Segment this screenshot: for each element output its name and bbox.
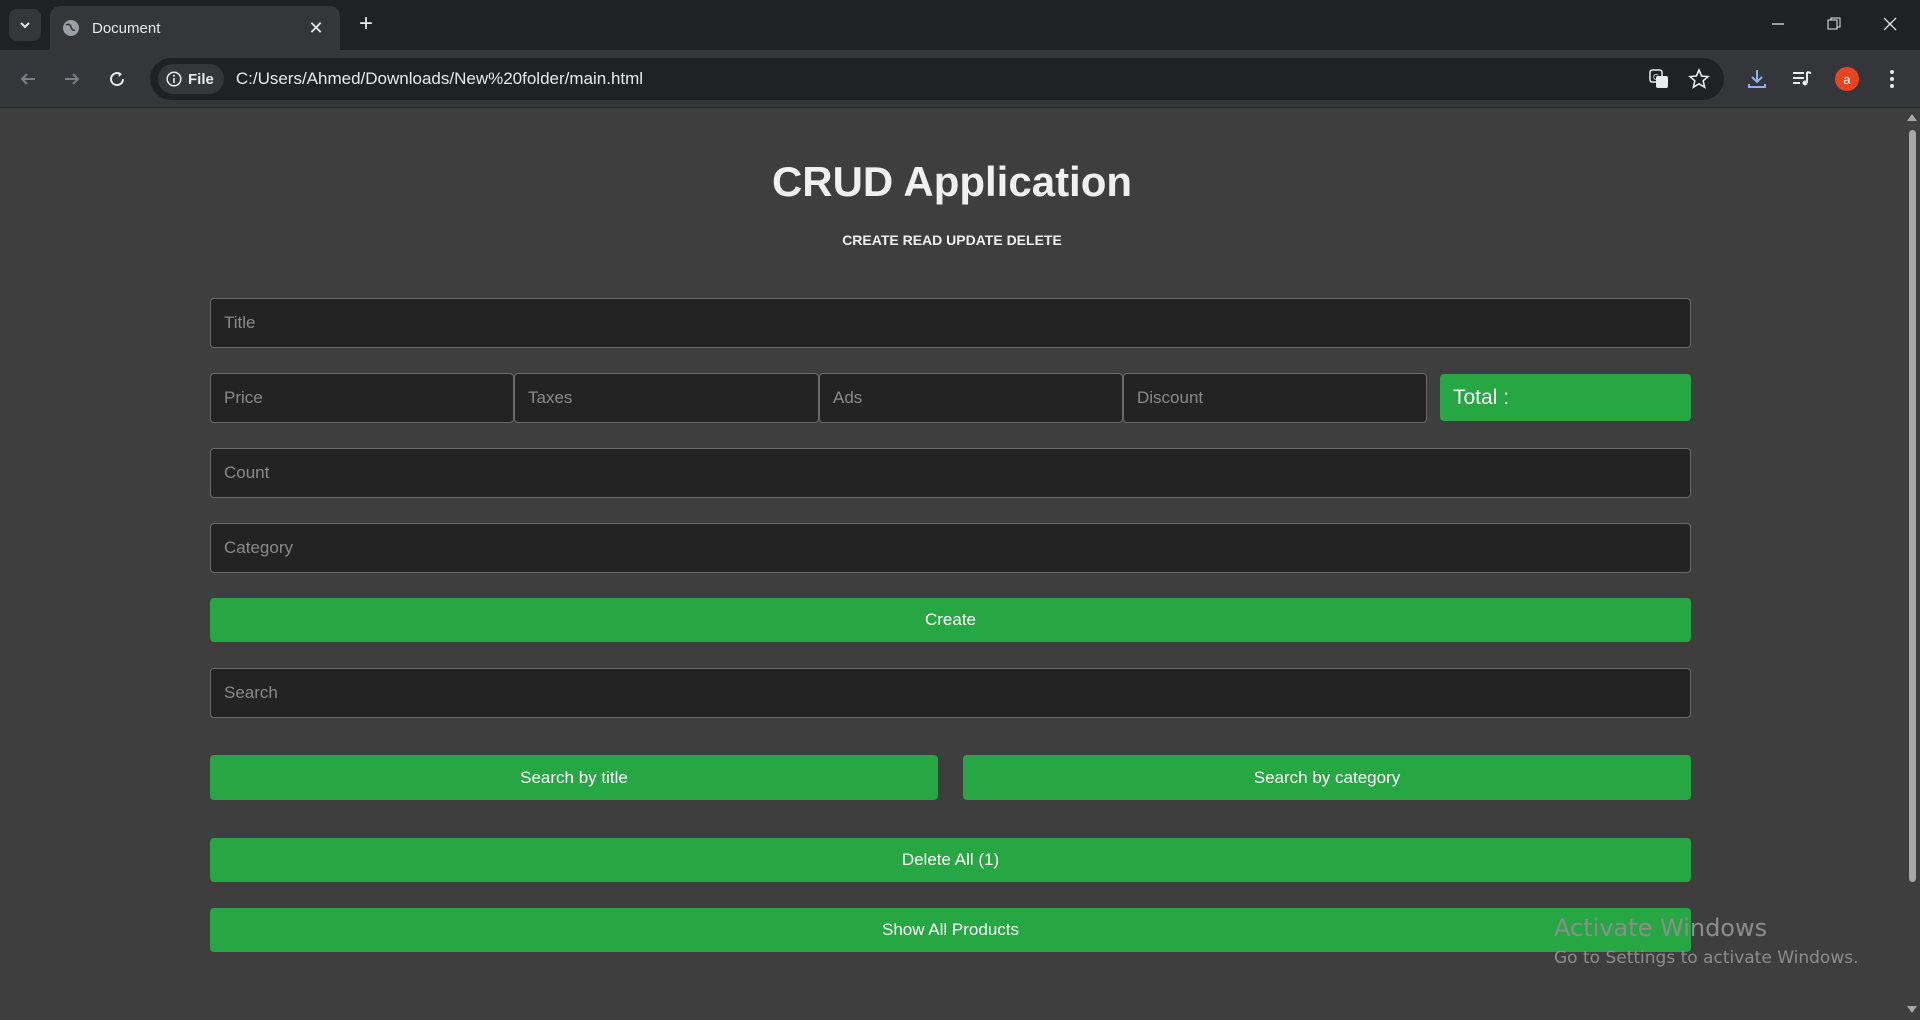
restore-button[interactable] bbox=[1806, 0, 1862, 48]
back-arrow-icon bbox=[20, 73, 35, 85]
title-input[interactable] bbox=[210, 298, 1691, 348]
star-icon bbox=[1688, 68, 1710, 89]
page-viewport: CRUD Application CREATE READ UPDATE DELE… bbox=[0, 108, 1904, 1020]
create-button[interactable]: Create bbox=[210, 598, 1691, 642]
reload-icon bbox=[110, 72, 125, 87]
site-info-chip[interactable]: File bbox=[158, 64, 224, 94]
close-tab-icon[interactable]: ✕ bbox=[304, 18, 328, 39]
tab-strip: Document ✕ + bbox=[0, 0, 1920, 50]
restore-icon bbox=[1827, 17, 1841, 30]
menu-button[interactable] bbox=[1877, 64, 1907, 94]
activate-windows-watermark: Activate Windows Go to Settings to activ… bbox=[1554, 914, 1859, 968]
globe-icon bbox=[63, 20, 79, 36]
vertical-scrollbar[interactable] bbox=[1904, 108, 1920, 1020]
ads-input[interactable] bbox=[819, 373, 1123, 423]
page-subtitle: CREATE READ UPDATE DELETE bbox=[842, 232, 1062, 248]
scroll-down-arrow-icon[interactable] bbox=[1907, 1006, 1917, 1013]
forward-arrow-icon bbox=[65, 73, 80, 85]
url-text[interactable]: C:/Users/Ahmed/Downloads/New%20folder/ma… bbox=[236, 69, 1644, 89]
watermark-line1: Activate Windows bbox=[1554, 914, 1768, 942]
tab-search-button[interactable] bbox=[9, 9, 41, 41]
page-title: CRUD Application bbox=[771, 158, 1133, 205]
minimize-button[interactable] bbox=[1750, 0, 1806, 48]
chevron-down-icon bbox=[20, 22, 30, 29]
forward-button[interactable] bbox=[57, 64, 87, 94]
minimize-icon bbox=[1772, 23, 1784, 25]
reload-button[interactable] bbox=[102, 64, 132, 94]
avatar: a bbox=[1835, 67, 1859, 91]
search-by-title-button[interactable]: Search by title bbox=[210, 755, 938, 800]
taxes-input[interactable] bbox=[514, 373, 819, 423]
queue-music-icon bbox=[1793, 71, 1812, 86]
tab-document[interactable]: Document ✕ bbox=[50, 6, 340, 50]
file-label: File bbox=[188, 70, 214, 88]
address-bar[interactable]: File C:/Users/Ahmed/Downloads/New%20fold… bbox=[150, 58, 1724, 100]
delete-all-button[interactable]: Delete All (1) bbox=[210, 838, 1691, 882]
tab-title: Document bbox=[92, 19, 161, 37]
search-input[interactable] bbox=[210, 668, 1691, 718]
search-by-category-button[interactable]: Search by category bbox=[963, 755, 1691, 800]
scroll-up-arrow-icon[interactable] bbox=[1907, 114, 1917, 121]
bookmark-button[interactable] bbox=[1684, 64, 1714, 94]
browser-toolbar: File C:/Users/Ahmed/Downloads/New%20fold… bbox=[0, 50, 1920, 108]
media-controls-button[interactable] bbox=[1787, 64, 1817, 94]
watermark-line2: Go to Settings to activate Windows. bbox=[1554, 948, 1859, 968]
back-button[interactable] bbox=[13, 64, 43, 94]
translate-button[interactable]: G bbox=[1644, 64, 1674, 94]
close-icon bbox=[1883, 17, 1897, 31]
info-icon bbox=[166, 71, 182, 87]
svg-text:G: G bbox=[1653, 73, 1659, 82]
price-input[interactable] bbox=[210, 373, 514, 423]
show-all-products-button[interactable]: Show All Products bbox=[210, 908, 1691, 952]
total-display: Total : bbox=[1440, 374, 1691, 421]
new-tab-button[interactable]: + bbox=[352, 10, 380, 38]
total-label: Total : bbox=[1453, 385, 1510, 409]
kebab-menu-icon bbox=[1890, 70, 1894, 88]
count-input[interactable] bbox=[210, 448, 1691, 498]
profile-button[interactable]: a bbox=[1832, 64, 1862, 94]
discount-input[interactable] bbox=[1123, 373, 1427, 423]
category-input[interactable] bbox=[210, 523, 1691, 573]
translate-icon: G bbox=[1649, 69, 1668, 88]
scroll-thumb[interactable] bbox=[1909, 130, 1916, 882]
downloads-button[interactable] bbox=[1742, 64, 1772, 94]
close-window-button[interactable] bbox=[1862, 0, 1918, 48]
download-icon bbox=[1748, 70, 1766, 88]
